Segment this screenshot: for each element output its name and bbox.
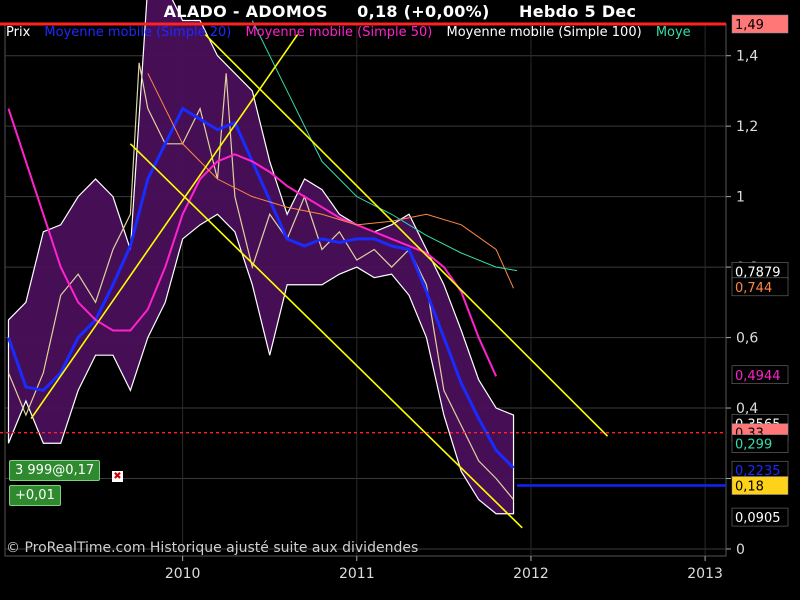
y-tick-label: 0 bbox=[736, 542, 745, 558]
chart-window: 00,20,40,60,811,21,420102011201220131,49… bbox=[0, 0, 800, 600]
y-tick-label: 1,2 bbox=[736, 119, 758, 135]
x-tick-label: 2010 bbox=[165, 566, 201, 582]
x-tick-label: 2012 bbox=[513, 566, 549, 582]
position-pnl-badge: +0,01 bbox=[9, 485, 61, 506]
position-quantity-badge[interactable]: 3 999@0,17 bbox=[9, 460, 101, 481]
value-label: 0,18 bbox=[735, 480, 764, 495]
value-label: 0,299 bbox=[735, 438, 772, 453]
legend-item-ma20[interactable]: Moyenne mobile (Simple 20) bbox=[44, 25, 231, 40]
y-tick-label: 1,4 bbox=[736, 49, 758, 65]
chart-title: ALADO - ADOMOS 0,18 (+0,00%) Hebdo 5 Dec bbox=[0, 0, 800, 24]
legend-item-ma100[interactable]: Moyenne mobile (Simple 100) bbox=[447, 25, 642, 40]
x-tick-label: 2013 bbox=[687, 566, 723, 582]
value-label: 0,0905 bbox=[735, 511, 781, 526]
price-chart[interactable]: 00,20,40,60,811,21,420102011201220131,49… bbox=[0, 0, 800, 600]
legend-item-ma-extra[interactable]: Moye bbox=[656, 25, 691, 40]
x-tick-label: 2011 bbox=[339, 566, 375, 582]
value-label: 0,4944 bbox=[735, 369, 781, 384]
chart-symbol: ALADO - ADOMOS bbox=[163, 2, 328, 21]
y-tick-label: 0,6 bbox=[736, 331, 758, 347]
chart-quote: 0,18 (+0,00%) bbox=[357, 2, 490, 21]
copyright-text: © ProRealTime.com Historique ajusté suit… bbox=[6, 540, 419, 556]
y-tick-label: 1 bbox=[736, 190, 745, 206]
legend-item-price[interactable]: Prix bbox=[6, 25, 30, 40]
chart-period: Hebdo 5 Dec bbox=[519, 2, 637, 21]
value-label: 0,744 bbox=[735, 281, 772, 296]
legend-item-ma50[interactable]: Moyenne mobile (Simple 50) bbox=[245, 25, 432, 40]
close-position-icon[interactable]: ✖ bbox=[112, 471, 123, 482]
bollinger-band bbox=[7, 0, 515, 515]
indicator-legend: Prix Moyenne mobile (Simple 20) Moyenne … bbox=[6, 25, 701, 40]
